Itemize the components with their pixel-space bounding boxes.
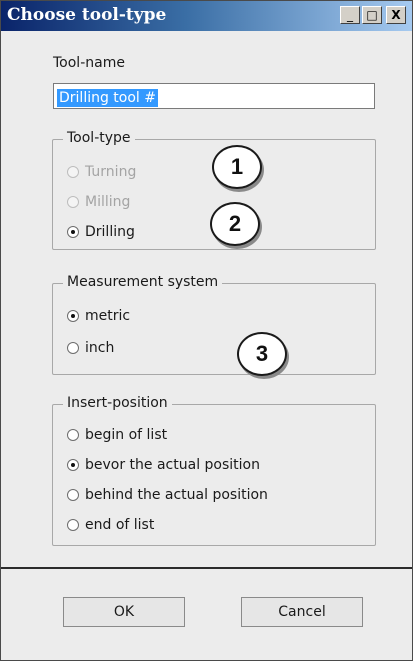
radio-inch[interactable]: inch: [67, 340, 114, 356]
radio-label: begin of list: [85, 427, 168, 443]
radio-label: bevor the actual position: [85, 457, 260, 473]
radio-milling: Milling: [67, 194, 130, 210]
radio-label: behind the actual position: [85, 487, 268, 503]
tool-name-value: Drilling tool #: [57, 89, 158, 107]
cancel-button[interactable]: Cancel: [241, 597, 363, 627]
close-button[interactable]: X: [386, 6, 406, 24]
insert-position-legend: Insert-position: [63, 395, 172, 411]
radio-icon: [67, 489, 79, 501]
measurement-system-legend: Measurement system: [63, 274, 223, 290]
tool-type-legend: Tool-type: [63, 130, 135, 146]
callout-1: 1: [212, 145, 262, 189]
radio-selected-icon: [67, 459, 79, 471]
radio-label: Turning: [85, 164, 137, 180]
radio-label: end of list: [85, 517, 155, 533]
ok-button[interactable]: OK: [63, 597, 185, 627]
radio-icon: [67, 519, 79, 531]
radio-begin-of-list[interactable]: begin of list: [67, 427, 167, 443]
callout-2: 2: [210, 202, 260, 246]
footer-separator: [1, 567, 412, 569]
radio-behind-actual-position[interactable]: behind the actual position: [67, 487, 268, 503]
title-bar[interactable]: Choose tool-type _ □ X: [1, 1, 412, 31]
radio-metric[interactable]: metric: [67, 308, 130, 324]
callout-3: 3: [237, 332, 287, 376]
radio-label: Milling: [85, 194, 131, 210]
maximize-icon: □: [366, 8, 378, 22]
close-icon: X: [391, 8, 401, 22]
choose-tool-type-dialog: Choose tool-type _ □ X Tool-name Drillin…: [0, 0, 413, 661]
radio-label: inch: [85, 340, 115, 356]
insert-position-group: Insert-position begin of list bevor the …: [52, 395, 376, 546]
radio-icon: [67, 429, 79, 441]
window-title: Choose tool-type: [7, 5, 167, 25]
radio-icon: [67, 342, 79, 354]
radio-end-of-list[interactable]: end of list: [67, 517, 154, 533]
minimize-button[interactable]: _: [340, 6, 360, 24]
tool-name-label: Tool-name: [53, 55, 125, 71]
minimize-icon: _: [347, 8, 353, 22]
radio-turning: Turning: [67, 164, 136, 180]
radio-label: metric: [85, 308, 131, 324]
radio-icon: [67, 166, 79, 178]
tool-name-input[interactable]: Drilling tool #: [53, 83, 375, 109]
radio-selected-icon: [67, 310, 79, 322]
radio-bevor-actual-position[interactable]: bevor the actual position: [67, 457, 260, 473]
radio-label: Drilling: [85, 224, 135, 240]
maximize-button[interactable]: □: [362, 6, 382, 24]
radio-icon: [67, 196, 79, 208]
radio-drilling[interactable]: Drilling: [67, 224, 135, 240]
radio-selected-icon: [67, 226, 79, 238]
measurement-system-group: Measurement system metric inch: [52, 274, 376, 375]
